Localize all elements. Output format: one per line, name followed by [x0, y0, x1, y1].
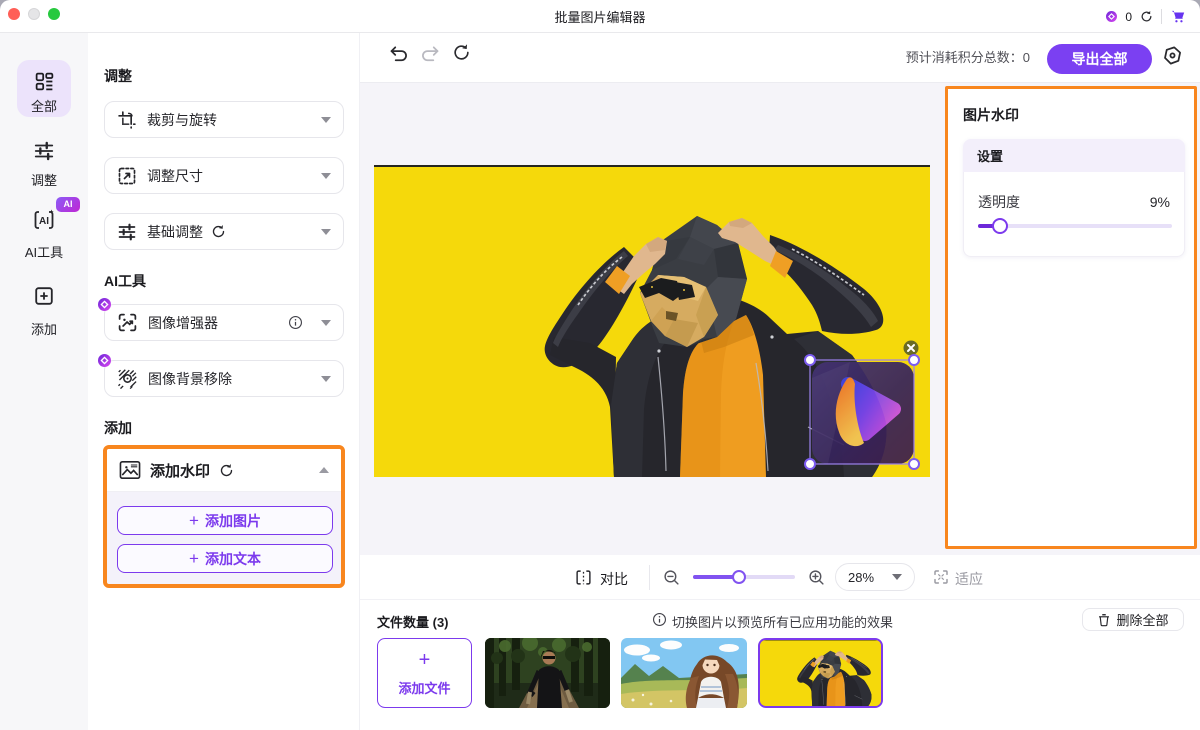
- svg-text:AI: AI: [39, 216, 49, 227]
